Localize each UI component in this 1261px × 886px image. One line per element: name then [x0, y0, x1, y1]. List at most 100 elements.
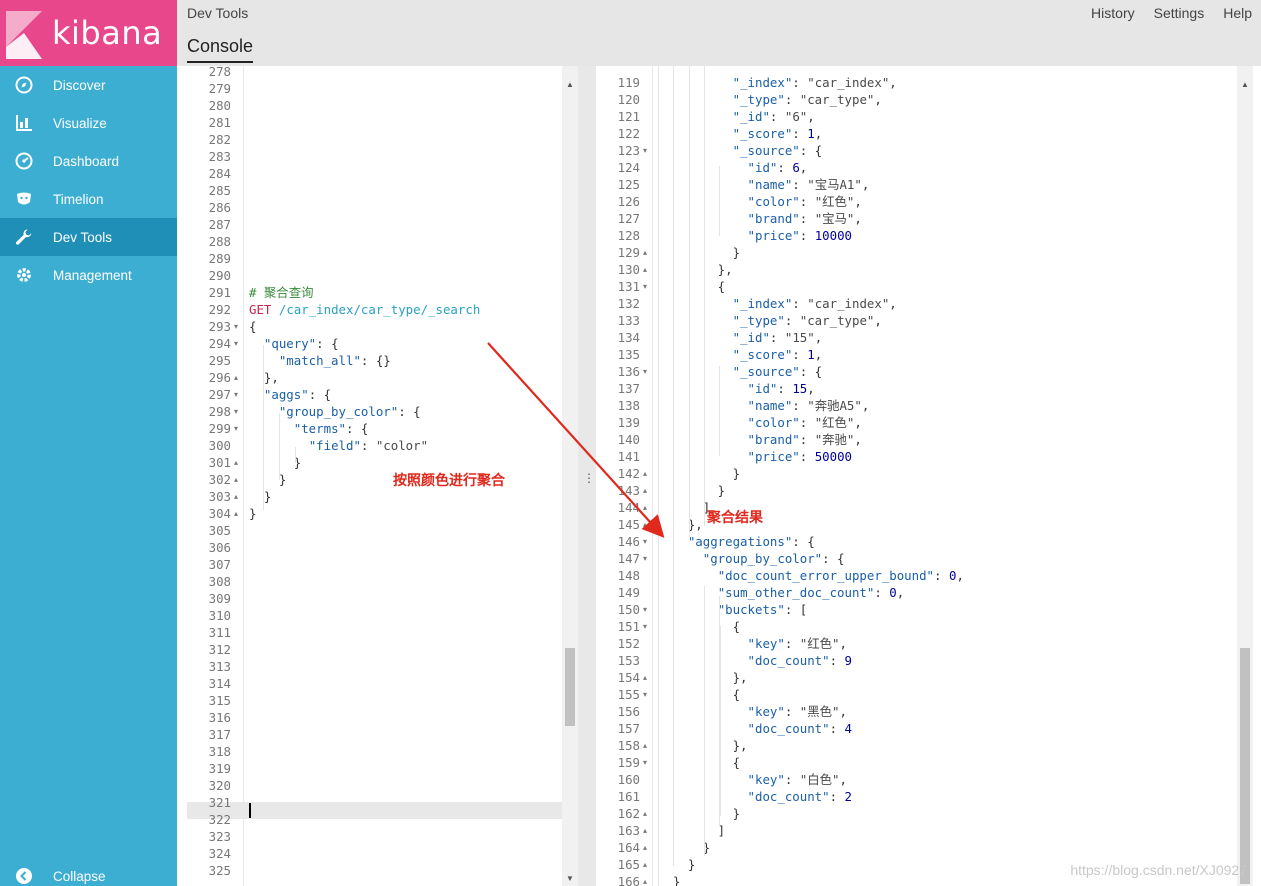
line-number: 165 [617, 857, 640, 872]
kibana-logo[interactable]: kibana [0, 0, 177, 66]
fold-close-icon[interactable]: ▴ [643, 737, 647, 754]
line-number: 148 [617, 568, 640, 583]
fold-open-icon[interactable]: ▾ [643, 601, 647, 618]
fold-close-icon[interactable]: ▴ [643, 516, 647, 533]
line-number: 308 [208, 574, 231, 589]
fold-close-icon[interactable]: ▴ [643, 482, 647, 499]
line-number: 125 [617, 177, 640, 192]
code-line: } [658, 806, 741, 821]
fold-close-icon[interactable]: ▴ [643, 805, 647, 822]
code-line: "doc_count": 2 [747, 789, 852, 804]
scroll-down-icon[interactable]: ▼ [565, 874, 575, 884]
response-viewer[interactable]: ▲ 119 "_index": "car_index", 120 "_type":… [596, 66, 1253, 886]
code-line: "doc_count": 4 [747, 721, 852, 736]
fold-close-icon[interactable]: ▴ [643, 856, 647, 873]
fold-open-icon[interactable]: ▾ [234, 318, 238, 335]
app-title: Dev Tools [187, 5, 249, 21]
pane-resizer[interactable]: ⋮ [578, 66, 596, 886]
sidebar: kibana Discover Visualize Dashboard Timelio… [0, 0, 177, 886]
top-link-history[interactable]: History [1091, 5, 1135, 21]
fold-close-icon[interactable]: ▴ [643, 244, 647, 261]
indent-guide [719, 166, 720, 236]
annotation-aggregate-by-color: 按照颜色进行聚合 [393, 473, 505, 489]
line-number: 145 [617, 517, 640, 532]
code-line: "_score": 1, [732, 347, 823, 362]
fold-open-icon[interactable]: ▾ [234, 386, 238, 403]
fold-close-icon[interactable]: ▴ [643, 465, 647, 482]
line-number: 166 [617, 874, 640, 886]
code-line: }, [658, 517, 703, 532]
collapse-label: Collapse [53, 868, 106, 884]
fold-open-icon[interactable]: ▾ [643, 363, 647, 380]
line-number: 279 [208, 81, 231, 96]
fold-close-icon[interactable]: ▴ [643, 499, 647, 516]
fold-open-icon[interactable]: ▾ [234, 335, 238, 352]
bar-chart-icon [14, 113, 34, 133]
line-number: 124 [617, 160, 640, 175]
code-line: } [658, 483, 726, 498]
code-line: "doc_count": 9 [747, 653, 852, 668]
line-number: 317 [208, 727, 231, 742]
line-number: 146 [617, 534, 640, 549]
tab-console[interactable]: Console [187, 36, 254, 63]
response-viewer-scrollbar[interactable]: ▲ [1237, 66, 1253, 886]
fold-open-icon[interactable]: ▾ [643, 142, 647, 159]
scrollbar-thumb[interactable] [1240, 648, 1250, 884]
sidebar-item-visualize[interactable]: Visualize [0, 104, 177, 142]
line-number: 142 [617, 466, 640, 481]
line-number: 307 [208, 557, 231, 572]
fold-close-icon[interactable]: ▴ [643, 261, 647, 278]
fold-open-icon[interactable]: ▾ [643, 754, 647, 771]
request-editor[interactable]: ▲ ▼ 278 279 280 281 282 283 284 285 286 287 288 289… [187, 66, 578, 886]
sidebar-item-label: Visualize [53, 115, 107, 131]
scroll-up-icon[interactable]: ▲ [1240, 80, 1250, 90]
fold-open-icon[interactable]: ▾ [643, 533, 647, 550]
line-number: 128 [617, 228, 640, 243]
line-number: 158 [617, 738, 640, 753]
fold-close-icon[interactable]: ▴ [234, 505, 238, 522]
line-number: 316 [208, 710, 231, 725]
sidebar-item-dashboard[interactable]: Dashboard [0, 142, 177, 180]
sidebar-item-management[interactable]: Management [0, 256, 177, 294]
fold-close-icon[interactable]: ▴ [234, 488, 238, 505]
fold-close-icon[interactable]: ▴ [643, 839, 647, 856]
code-line: "group_by_color": { [702, 551, 845, 566]
fold-open-icon[interactable]: ▾ [643, 550, 647, 567]
sidebar-item-timelion[interactable]: Timelion [0, 180, 177, 218]
fold-close-icon[interactable]: ▴ [643, 873, 647, 886]
fold-close-icon[interactable]: ▴ [643, 822, 647, 839]
code-line: "match_all": {} [278, 353, 391, 368]
line-number: 314 [208, 676, 231, 691]
indent-guide [720, 626, 721, 816]
collapse-button[interactable]: Collapse [0, 866, 177, 886]
fold-close-icon[interactable]: ▴ [643, 669, 647, 686]
line-number: 286 [208, 200, 231, 215]
code-line: "key": "白色", [747, 772, 847, 787]
fold-open-icon[interactable]: ▾ [234, 420, 238, 437]
code-line: "_id": "15", [732, 330, 823, 345]
request-editor-scrollbar[interactable]: ▲ ▼ [562, 66, 578, 886]
fold-open-icon[interactable]: ▾ [643, 618, 647, 635]
fold-open-icon[interactable]: ▾ [643, 278, 647, 295]
scroll-up-icon[interactable]: ▲ [565, 80, 575, 90]
code-line: "aggregations": { [687, 534, 815, 549]
code-line: "buckets": [ [717, 602, 808, 617]
fold-open-icon[interactable]: ▾ [234, 403, 238, 420]
line-number: 151 [617, 619, 640, 634]
top-link-settings[interactable]: Settings [1154, 5, 1205, 21]
line-number: 131 [617, 279, 640, 294]
scrollbar-thumb[interactable] [565, 648, 575, 726]
fold-close-icon[interactable]: ▴ [234, 369, 238, 386]
code-line: } [249, 506, 257, 521]
sidebar-item-dev-tools[interactable]: Dev Tools [0, 218, 177, 256]
sidebar-item-label: Discover [53, 77, 106, 93]
fold-close-icon[interactable]: ▴ [234, 454, 238, 471]
sidebar-item-discover[interactable]: Discover [0, 66, 177, 104]
fold-close-icon[interactable]: ▴ [234, 471, 238, 488]
code-line: "group_by_color": { [278, 404, 421, 419]
line-number: 325 [208, 863, 231, 878]
top-link-help[interactable]: Help [1223, 5, 1252, 21]
fold-open-icon[interactable]: ▾ [643, 686, 647, 703]
code-line: ] [658, 823, 726, 838]
code-line: } [658, 466, 741, 481]
